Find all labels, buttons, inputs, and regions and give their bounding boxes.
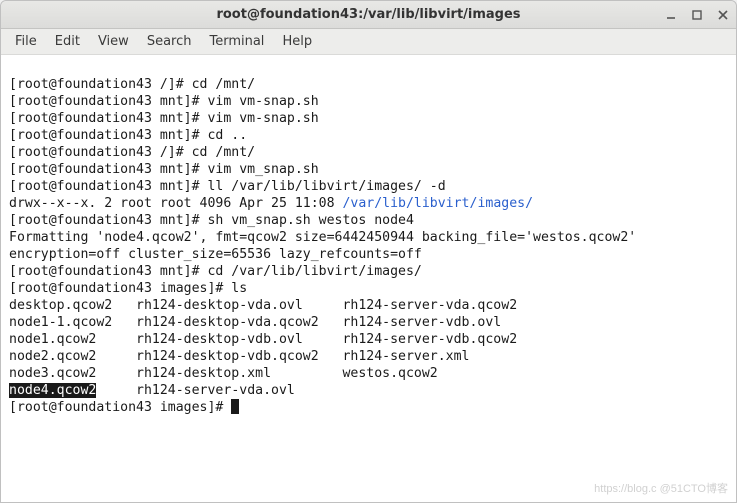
watermark-text: https://blog.c @51CTO博客 [594,481,728,498]
terminal-line: node1.qcow2 rh124-desktop-vdb.ovl rh124-… [9,332,517,347]
menu-terminal[interactable]: Terminal [201,31,272,52]
terminal-line: Formatting 'node4.qcow2', fmt=qcow2 size… [9,230,644,245]
terminal-line: [root@foundation43 images]# ls [9,281,247,296]
terminal-line: [root@foundation43 mnt]# cd /var/lib/lib… [9,264,422,279]
terminal-line: [root@foundation43 mnt]# vim vm-snap.sh [9,94,319,109]
terminal-line: node2.qcow2 rh124-desktop-vdb.qcow2 rh12… [9,349,470,364]
terminal-line: [root@foundation43 /]# cd /mnt/ [9,145,255,160]
terminal-line: [root@foundation43 mnt]# ll /var/lib/lib… [9,179,446,194]
cursor-icon [231,399,239,414]
terminal-line: drwx--x--x. 2 root root 4096 Apr 25 11:0… [9,196,533,211]
menu-view[interactable]: View [90,31,137,52]
terminal-line: [root@foundation43 mnt]# vim vm-snap.sh [9,111,319,126]
menu-bar: File Edit View Search Terminal Help [1,29,736,55]
terminal-line: node4.qcow2 rh124-server-vda.ovl [9,383,295,398]
terminal-line: [root@foundation43 /]# cd /mnt/ [9,77,255,92]
window-titlebar: root@foundation43:/var/lib/libvirt/image… [1,1,736,29]
terminal-line: [root@foundation43 mnt]# vim vm_snap.sh [9,162,319,177]
terminal-line: encryption=off cluster_size=65536 lazy_r… [9,247,422,262]
close-button[interactable] [716,8,730,22]
terminal-line: node3.qcow2 rh124-desktop.xml westos.qco… [9,366,438,381]
window-title: root@foundation43:/var/lib/libvirt/image… [1,7,736,22]
minimize-button[interactable] [664,8,678,22]
terminal-line: [root@foundation43 images]# [9,400,239,415]
prompt: [root@foundation43 images]# [9,400,231,415]
maximize-button[interactable] [690,8,704,22]
menu-file[interactable]: File [7,31,45,52]
menu-help[interactable]: Help [274,31,320,52]
ll-output-perms: drwx--x--x. 2 root root 4096 Apr 25 11:0… [9,196,342,211]
menu-edit[interactable]: Edit [47,31,88,52]
terminal-line: node1-1.qcow2 rh124-desktop-vda.qcow2 rh… [9,315,501,330]
terminal-line: [root@foundation43 mnt]# sh vm_snap.sh w… [9,213,414,228]
terminal-line: [root@foundation43 mnt]# cd .. [9,128,247,143]
terminal-area[interactable]: [root@foundation43 /]# cd /mnt/ [root@fo… [1,55,736,502]
highlighted-filename: node4.qcow2 [9,383,96,398]
ls-output-rest: rh124-server-vda.ovl [96,383,295,398]
menu-search[interactable]: Search [139,31,200,52]
window-controls [664,8,730,22]
terminal-line: desktop.qcow2 rh124-desktop-vda.ovl rh12… [9,298,517,313]
directory-path: /var/lib/libvirt/images/ [342,196,533,211]
